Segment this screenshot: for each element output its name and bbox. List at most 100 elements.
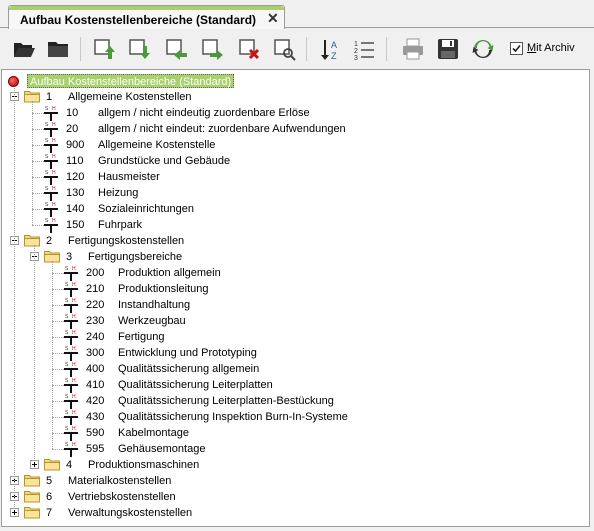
svg-text:S: S: [45, 106, 49, 112]
group-label[interactable]: Produktionsmaschinen: [88, 457, 199, 473]
tab-aufbau[interactable]: Aufbau Kostenstellenbereiche (Standard) …: [8, 5, 285, 29]
svg-text:S: S: [65, 298, 69, 304]
svg-text:2: 2: [354, 48, 358, 55]
archive-checkbox[interactable]: [510, 42, 523, 55]
cost-center-label[interactable]: Kabelmontage: [118, 425, 189, 441]
cost-center-number: 240: [86, 331, 105, 343]
folder-icon: [24, 506, 40, 519]
svg-text:S: S: [45, 154, 49, 160]
folder-icon: [44, 458, 60, 471]
group-number: 2: [46, 235, 53, 247]
move-right-icon[interactable]: [200, 37, 224, 61]
cost-center-number: 210: [86, 283, 105, 295]
group-label[interactable]: Vertriebskostenstellen: [68, 489, 176, 505]
cost-center-label[interactable]: Instandhaltung: [118, 297, 190, 313]
group-label[interactable]: Fertigungskostenstellen: [68, 233, 184, 249]
cost-center-label[interactable]: Sozialeinrichtungen: [98, 201, 194, 217]
expand-toggle[interactable]: [10, 508, 19, 517]
cost-center-icon: SH: [44, 169, 58, 185]
cost-center-icon: SH: [44, 201, 58, 217]
group-label[interactable]: Allgemeine Kostenstellen: [68, 89, 192, 105]
cost-center-label[interactable]: Qualitätssicherung allgemein: [118, 361, 259, 377]
cost-center-label[interactable]: Produktion allgemein: [118, 265, 221, 281]
svg-text:S: S: [65, 426, 69, 432]
search-icon[interactable]: [272, 37, 296, 61]
svg-text:H: H: [72, 282, 76, 288]
tree-connector: [32, 225, 44, 226]
cost-center-icon: SH: [64, 281, 78, 297]
svg-text:H: H: [52, 154, 56, 160]
cost-center-tree[interactable]: Aufbau Kostenstellenbereiche (Standard) …: [1, 69, 590, 527]
cost-center-icon: SH: [64, 345, 78, 361]
sort-az-icon[interactable]: AZ: [318, 37, 342, 61]
svg-text:S: S: [65, 330, 69, 336]
tree-connector: [52, 417, 64, 418]
root-status-icon: [8, 76, 19, 87]
cost-center-label[interactable]: Qualitätssicherung Leiterplatten-Bestück…: [118, 393, 334, 409]
cost-center-label[interactable]: Allgemeine Kostenstelle: [98, 137, 215, 153]
cost-center-number: 150: [66, 219, 85, 231]
svg-text:A: A: [331, 40, 337, 50]
tree-connector: [32, 129, 44, 130]
tree-connector: [52, 289, 64, 290]
svg-text:H: H: [72, 410, 76, 416]
toolbar-separator: [80, 37, 81, 61]
svg-text:H: H: [72, 426, 76, 432]
cost-center-icon: SH: [64, 297, 78, 313]
cost-center-number: 20: [66, 123, 79, 135]
cost-center-label[interactable]: Fertigung: [118, 329, 164, 345]
move-up-icon[interactable]: [92, 37, 116, 61]
group-number: 3: [66, 251, 73, 263]
expand-toggle[interactable]: [30, 460, 39, 469]
move-left-icon[interactable]: [164, 37, 188, 61]
numbered-list-icon[interactable]: 123: [352, 37, 376, 62]
svg-text:H: H: [72, 330, 76, 336]
toolbar-separator: [386, 37, 387, 61]
cost-center-label[interactable]: Gehäusemontage: [118, 441, 205, 457]
cost-center-label[interactable]: Fuhrpark: [98, 217, 142, 233]
group-label[interactable]: Materialkostenstellen: [68, 473, 171, 489]
cost-center-label[interactable]: Qualitätssicherung Leiterplatten: [118, 377, 273, 393]
toolbar: AZ 123 Mit Archiv: [0, 29, 594, 69]
svg-text:H: H: [52, 122, 56, 128]
archive-checkbox-label[interactable]: Mit Archiv: [527, 42, 575, 54]
svg-text:S: S: [45, 170, 49, 176]
cost-center-number: 120: [66, 171, 85, 183]
print-icon[interactable]: [401, 37, 425, 61]
cost-center-label[interactable]: Werkzeugbau: [118, 313, 186, 329]
cost-center-number: 220: [86, 299, 105, 311]
move-down-icon[interactable]: [127, 37, 151, 61]
delete-icon[interactable]: [237, 37, 261, 61]
refresh-icon[interactable]: [471, 37, 495, 61]
cost-center-icon: SH: [64, 265, 78, 281]
tree-connector: [52, 321, 64, 322]
cost-center-label[interactable]: Grundstücke und Gebäude: [98, 153, 230, 169]
cost-center-label[interactable]: allgem / nicht eindeutig zuordenbare Erl…: [98, 105, 310, 121]
open-folder-icon[interactable]: [12, 37, 36, 61]
cost-center-label[interactable]: Entwicklung und Prototyping: [118, 345, 257, 361]
svg-text:S: S: [45, 138, 49, 144]
cost-center-number: 140: [66, 203, 85, 215]
group-label[interactable]: Verwaltungskostenstellen: [68, 505, 192, 521]
cost-center-label[interactable]: Heizung: [98, 185, 138, 201]
cost-center-label[interactable]: Qualitätssicherung Inspektion Burn-In-Sy…: [118, 409, 348, 425]
cost-center-label[interactable]: allgem / nicht eindeut: zuordenbare Aufw…: [98, 121, 346, 137]
save-icon[interactable]: [436, 37, 460, 61]
cost-center-icon: SH: [44, 105, 58, 121]
cost-center-number: 110: [66, 155, 84, 167]
close-icon[interactable]: ✕: [267, 10, 279, 27]
cost-center-number: 595: [86, 443, 105, 455]
folder-icon[interactable]: [46, 37, 70, 61]
cost-center-icon: SH: [64, 361, 78, 377]
tree-root-label[interactable]: Aufbau Kostenstellenbereiche (Standard): [27, 74, 235, 88]
group-label[interactable]: Fertigungsbereiche: [88, 249, 182, 265]
svg-text:H: H: [52, 170, 56, 176]
folder-icon: [24, 474, 40, 487]
svg-text:Z: Z: [331, 51, 337, 61]
tree-connector: [52, 305, 64, 306]
svg-text:S: S: [65, 442, 69, 448]
cost-center-label[interactable]: Hausmeister: [98, 169, 160, 185]
cost-center-label[interactable]: Produktionsleitung: [118, 281, 209, 297]
svg-text:S: S: [65, 282, 69, 288]
svg-text:H: H: [72, 314, 76, 320]
